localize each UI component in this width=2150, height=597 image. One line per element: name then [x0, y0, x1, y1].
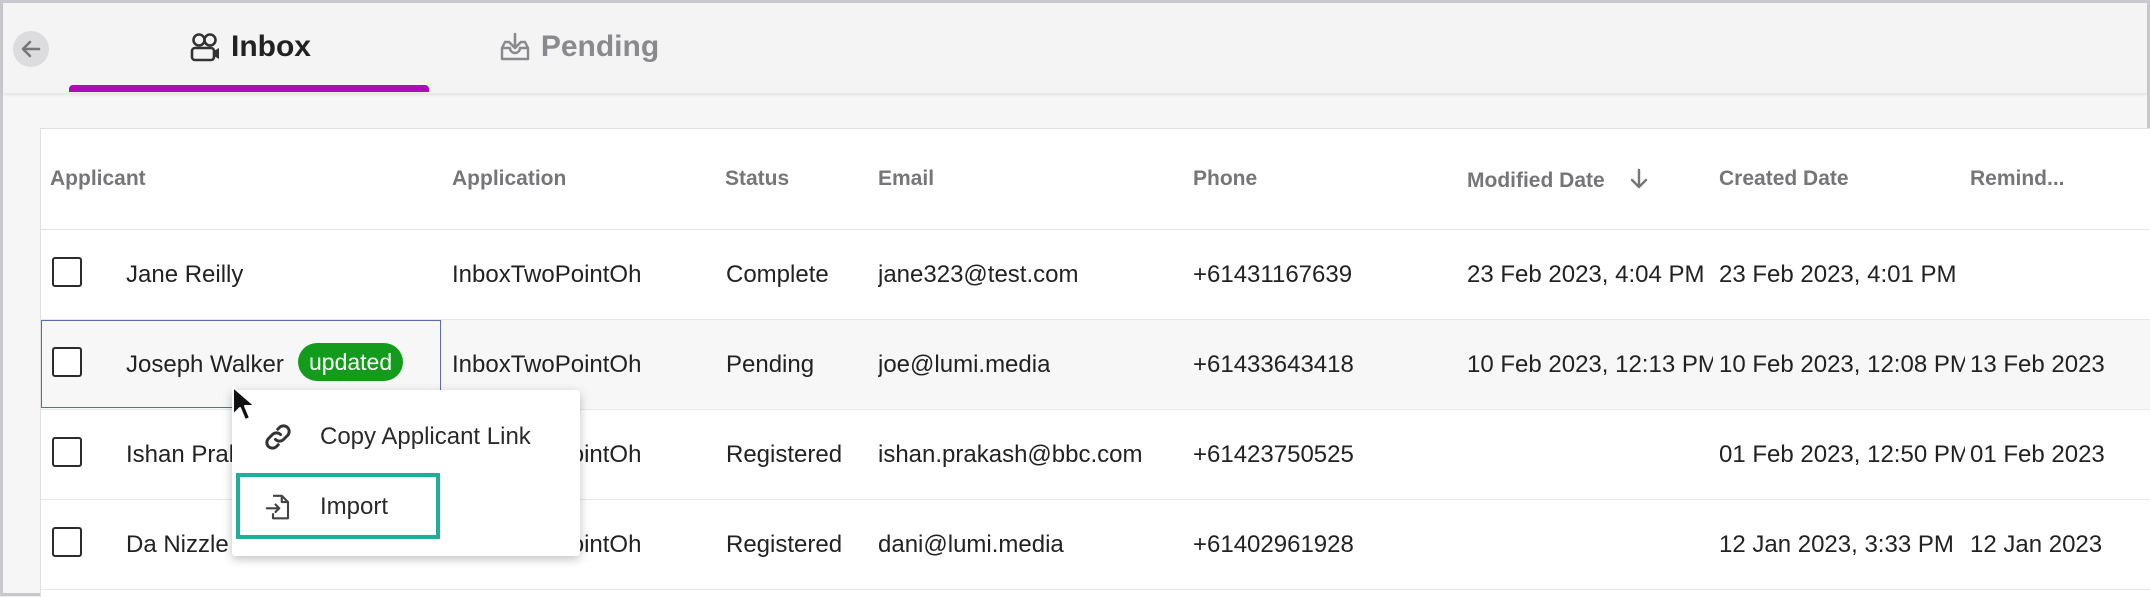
applicant-name: Da Nizzle [126, 531, 229, 558]
back-button[interactable] [13, 31, 49, 67]
status-cell: Registered [726, 531, 843, 558]
tab-pending-label: Pending [540, 30, 660, 63]
column-header-modified-date[interactable]: Modified Date [1467, 167, 1651, 193]
import-highlight-box [236, 473, 440, 539]
email-cell: jane323@test.com [878, 261, 1079, 288]
tab-pending[interactable]: Pending [429, 3, 729, 91]
mouse-cursor-icon [232, 386, 256, 421]
application-cell: InboxTwoPointOh [452, 351, 642, 378]
phone-cell: +61431167639 [1193, 261, 1353, 288]
modified-date-cell: 23 Feb 2023, 4:04 PM [1467, 261, 1705, 288]
active-tab-indicator [69, 85, 429, 92]
column-header-phone[interactable]: Phone [1193, 167, 1257, 191]
applicant-name: Jane Reilly [126, 261, 244, 288]
tab-inbox-label: Inbox [231, 30, 311, 63]
row-checkbox[interactable] [52, 257, 82, 287]
email-cell: dani@lumi.media [878, 531, 1064, 558]
column-header-created-date[interactable]: Created Date [1719, 167, 1849, 191]
menu-item-label: Copy Applicant Link [320, 423, 531, 450]
column-header-email[interactable]: Email [878, 167, 934, 191]
sort-arrow-down-icon [1630, 168, 1647, 189]
column-header-status[interactable]: Status [725, 167, 789, 191]
menu-item-copy-applicant-link[interactable]: Copy Applicant Link [232, 406, 580, 468]
status-cell: Registered [726, 441, 843, 468]
link-icon [258, 417, 298, 457]
remind-cell: 12 Jan 2023 [1970, 531, 2103, 558]
users-icon [190, 33, 219, 62]
created-date-cell: 01 Feb 2023, 12:50 PM [1719, 441, 1965, 468]
tray-download-icon [500, 32, 530, 61]
modified-date-label: Modified Date [1467, 169, 1605, 192]
updated-badge: updated [298, 343, 404, 381]
created-date-cell: 12 Jan 2023, 3:33 PM [1719, 531, 1954, 558]
table-row[interactable]: Jane Reilly InboxTwoPointOh Complete jan… [41, 230, 2150, 320]
remind-cell: 01 Feb 2023 [1970, 441, 2105, 468]
tab-bar: Inbox Pending [3, 3, 2147, 93]
status-cell: Complete [726, 261, 829, 288]
application-cell: InboxTwoPointOh [452, 261, 642, 288]
row-checkbox[interactable] [52, 527, 82, 557]
applicant-name: Joseph Walker [126, 351, 284, 378]
email-cell: ishan.prakash@bbc.com [878, 441, 1143, 468]
row-checkbox[interactable] [52, 347, 82, 377]
table-header: Applicant Application Status Email Phone… [41, 129, 2150, 230]
arrow-left-icon [21, 40, 41, 58]
created-date-cell: 23 Feb 2023, 4:01 PM [1719, 261, 1957, 288]
phone-cell: +61433643418 [1193, 351, 1354, 378]
remind-cell: 13 Feb 2023 [1970, 351, 2105, 378]
column-header-application[interactable]: Application [452, 167, 566, 191]
modified-date-cell: 10 Feb 2023, 12:13 PM [1467, 351, 1713, 378]
phone-cell: +61402961928 [1193, 531, 1354, 558]
tab-inbox[interactable]: Inbox [69, 3, 429, 91]
phone-cell: +61423750525 [1193, 441, 1354, 468]
column-header-remind[interactable]: Remind... [1970, 167, 2065, 191]
row-checkbox[interactable] [52, 437, 82, 467]
column-header-applicant[interactable]: Applicant [50, 167, 146, 191]
email-cell: joe@lumi.media [878, 351, 1051, 378]
status-cell: Pending [726, 351, 815, 378]
created-date-cell: 10 Feb 2023, 12:08 PM [1719, 351, 1965, 378]
